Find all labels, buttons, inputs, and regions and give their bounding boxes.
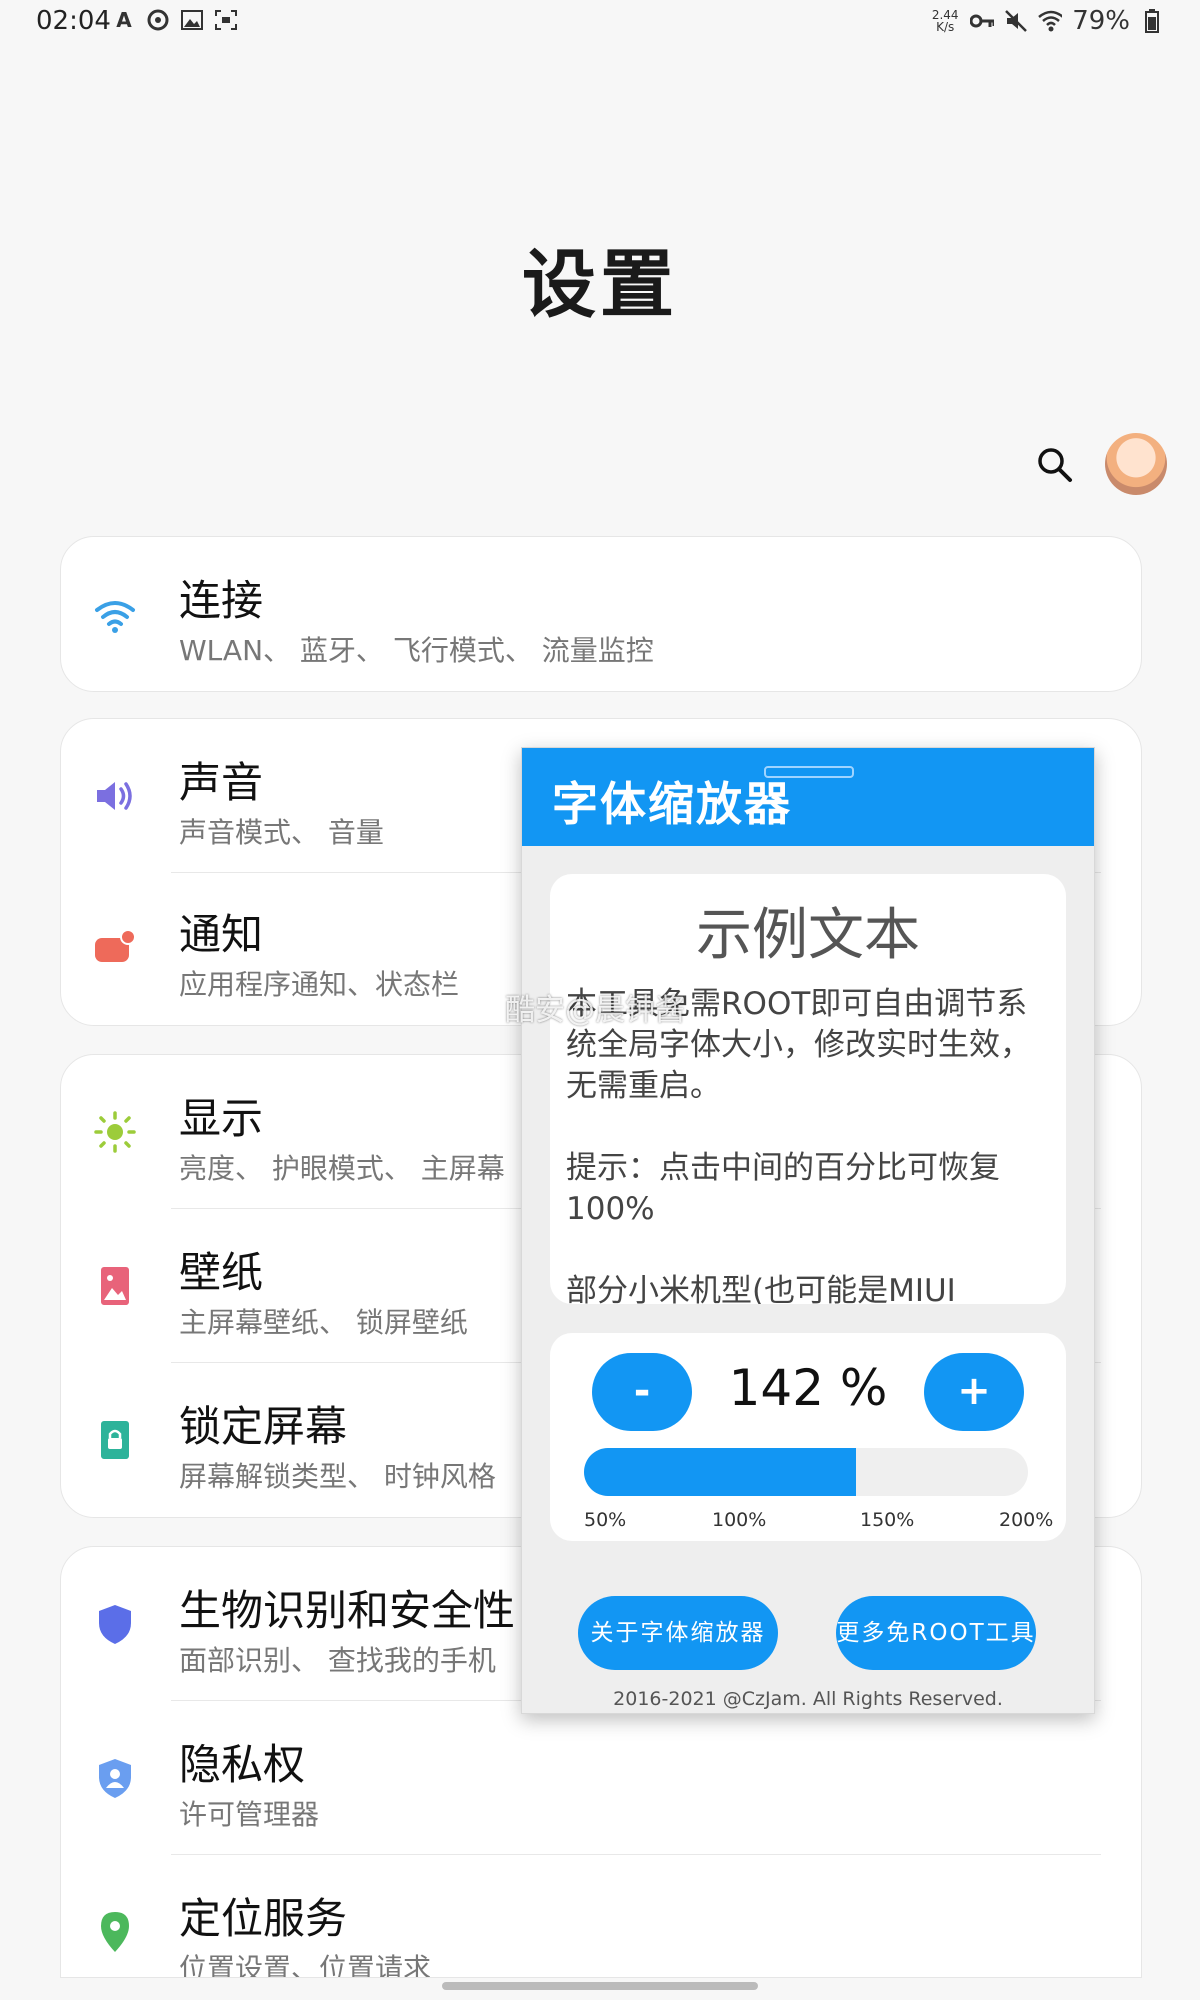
settings-item-sub: 位置设置、位置请求 [179, 1952, 432, 1978]
sample-title: 示例文本 [696, 903, 920, 968]
settings-item-connections[interactable]: 连接 WLAN、 蓝牙、 飞行模式、 流量监控 [61, 537, 1141, 691]
tick-label: 150% [860, 1509, 915, 1531]
scale-control: - 142 % + 50% 100% 150% 200% [550, 1333, 1066, 1541]
settings-item-label: 显示 [179, 1094, 264, 1143]
speaker-icon [97, 782, 132, 810]
settings-item-label: 生物识别和安全性 [179, 1586, 516, 1635]
settings-item-sub: 亮度、 护眼模式、 主屏幕 [179, 1152, 505, 1185]
status-time: 02:04 [36, 6, 111, 36]
settings-item-privacy[interactable]: 隐私权 许可管理器 [61, 1701, 1141, 1855]
lock-icon [101, 1421, 129, 1459]
screenshot-icon [214, 8, 238, 32]
copyright-text: 2016-2021 @CzJam. All Rights Reserved. [613, 1688, 1003, 1710]
tick-label: 200% [999, 1509, 1054, 1531]
shield-icon [99, 1605, 131, 1644]
image-icon [180, 8, 204, 32]
sample-paragraph: 提示：点击中间的百分比可恢复100% [566, 1150, 1000, 1227]
sample-text-box[interactable]: 示例文本 本工具免需ROOT即可自由调节系统全局字体大小，修改实时生效，无需重启… [550, 874, 1066, 1304]
wifi-icon [1038, 9, 1063, 33]
settings-item-label: 连接 [179, 576, 264, 625]
battery-percent: 79% [1072, 6, 1130, 36]
settings-item-label: 通知 [179, 910, 264, 959]
settings-item-sub: 主屏幕壁纸、 锁屏壁纸 [179, 1306, 468, 1339]
settings-item-label: 定位服务 [179, 1894, 348, 1943]
sample-paragraph: 部分小米机型(也可能是MIUI [566, 1273, 956, 1304]
status-left-icons: A [112, 8, 238, 32]
drag-handle[interactable] [764, 766, 854, 778]
net-speed-unit: K/s [936, 20, 955, 34]
battery-icon [1140, 9, 1164, 33]
increase-button[interactable]: + [924, 1353, 1024, 1431]
scale-slider-fill [584, 1448, 857, 1496]
popup-title: 字体缩放器 [552, 777, 792, 831]
avatar[interactable] [1105, 433, 1167, 495]
search-icon [1038, 448, 1072, 482]
settings-item-sub: 屏幕解锁类型、 时钟风格 [179, 1460, 496, 1493]
settings-item-sub: WLAN、 蓝牙、 飞行模式、 流量监控 [179, 634, 654, 667]
net-speed: 2.44 K/s [930, 9, 960, 33]
settings-item-label: 声音 [179, 758, 264, 807]
mute-icon [1004, 9, 1028, 33]
settings-item-label: 锁定屏幕 [179, 1402, 348, 1451]
settings-item-label: 壁纸 [179, 1248, 264, 1297]
settings-item-sub: 应用程序通知、状态栏 [179, 968, 460, 1001]
about-button[interactable]: 关于字体缩放器 [578, 1596, 778, 1670]
decrease-button[interactable]: - [592, 1353, 692, 1431]
more-tools-button[interactable]: 更多免ROOT工具 [836, 1596, 1036, 1670]
font-scaler-popup: 字体缩放器 示例文本 本工具免需ROOT即可自由调节系统全局字体大小，修改实时生… [521, 747, 1095, 1714]
tick-label: 100% [712, 1509, 767, 1531]
sample-text: 本工具免需ROOT即可自由调节系统全局字体大小，修改实时生效，无需重启。 提示：… [566, 984, 1056, 1304]
vpn-key-icon [970, 9, 995, 33]
watermark: 酷安@晨钟酱 [505, 993, 685, 1028]
card-connections: 连接 WLAN、 蓝牙、 飞行模式、 流量监控 [60, 536, 1142, 692]
settings-item-location[interactable]: 定位服务 位置设置、位置请求 [61, 1855, 1141, 1978]
popup-header[interactable]: 字体缩放器 [522, 748, 1094, 846]
scale-slider[interactable] [584, 1448, 1028, 1496]
status-bar: 02:04 A 2.44 K/s 79% [0, 0, 1200, 44]
notification-icon [95, 929, 136, 962]
settings-item-sub: 声音模式、 音量 [179, 816, 384, 849]
font-a-icon: A [116, 8, 132, 32]
status-right: 2.44 K/s 79% [930, 6, 1164, 36]
settings-item-label: 隐私权 [179, 1740, 306, 1789]
percent-display[interactable]: 142 % [680, 1359, 936, 1417]
circle-icon [146, 8, 170, 32]
tick-label: 50% [584, 1509, 627, 1531]
wifi-icon [95, 601, 135, 633]
search-button[interactable] [1035, 445, 1075, 485]
home-indicator[interactable] [442, 1982, 758, 1990]
settings-item-sub: 许可管理器 [179, 1798, 320, 1831]
location-pin-icon [101, 1912, 129, 1952]
privacy-shield-icon [99, 1759, 131, 1798]
settings-item-sub: 面部识别、 查找我的手机 [179, 1644, 496, 1677]
brightness-icon [94, 1111, 136, 1153]
page-title: 设置 [522, 242, 678, 328]
wallpaper-icon [101, 1267, 129, 1305]
